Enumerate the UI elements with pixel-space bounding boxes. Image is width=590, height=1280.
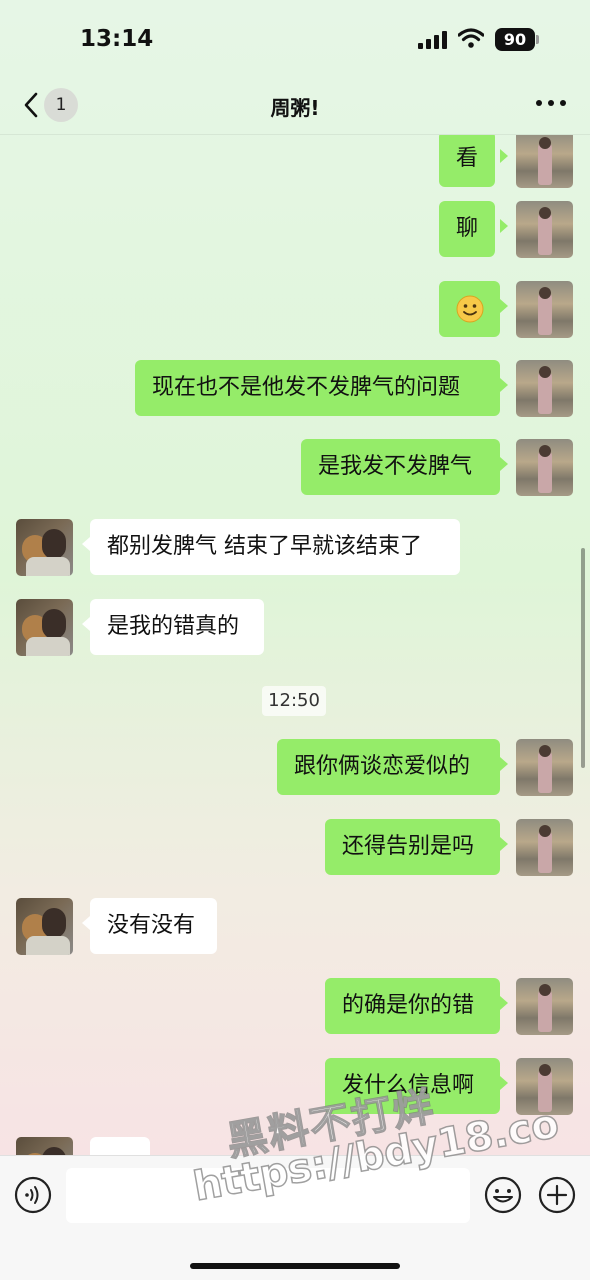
- avatar-contact[interactable]: [16, 898, 73, 955]
- message-row: 看: [0, 135, 590, 191]
- bubble-tail: [82, 916, 90, 930]
- battery-icon: 90: [495, 28, 535, 51]
- message-row: [0, 281, 590, 341]
- bubble-tail: [82, 617, 90, 631]
- message-bubble[interactable]: 没有没有: [90, 898, 217, 954]
- avatar-self[interactable]: [516, 439, 573, 496]
- bubble-tail: [82, 537, 90, 551]
- bubble-tail: [500, 757, 508, 771]
- chat-nav-bar: 1 周粥!: [0, 80, 590, 135]
- home-indicator: [190, 1263, 400, 1269]
- bubble-tail: [500, 837, 508, 851]
- message-row: 是我发不发脾气: [0, 439, 590, 499]
- bubble-tail: [500, 457, 508, 471]
- avatar-self[interactable]: [516, 360, 573, 417]
- bubble-tail: [500, 1076, 508, 1090]
- emoji-message-bubble[interactable]: [439, 281, 500, 337]
- message-row: 都别发脾气 结束了早就该结束了: [0, 519, 590, 579]
- avatar-contact[interactable]: [16, 519, 73, 576]
- avatar-contact[interactable]: [16, 599, 73, 656]
- avatar-self[interactable]: [516, 201, 573, 258]
- chat-input-bar: [0, 1155, 590, 1280]
- message-row: .: [0, 1137, 590, 1155]
- plus-icon[interactable]: [538, 1176, 576, 1214]
- message-row: 发什么信息啊: [0, 1058, 590, 1118]
- message-row: 还得告别是吗: [0, 819, 590, 879]
- chat-title[interactable]: 周粥!: [0, 92, 590, 121]
- bubble-tail: [500, 996, 508, 1010]
- status-bar: 13:14 90: [0, 0, 590, 80]
- message-bubble[interactable]: 的确是你的错: [325, 978, 500, 1034]
- message-row: 聊: [0, 201, 590, 261]
- message-bubble[interactable]: 现在也不是他发不发脾气的问题: [135, 360, 500, 416]
- message-row: 现在也不是他发不发脾气的问题: [0, 360, 590, 420]
- message-bubble[interactable]: 发什么信息啊: [325, 1058, 500, 1114]
- status-time: 13:14: [80, 26, 154, 52]
- bubble-tail: [500, 219, 508, 233]
- message-row: 没有没有: [0, 898, 590, 958]
- message-bubble[interactable]: 是我发不发脾气: [301, 439, 500, 495]
- avatar-self[interactable]: [516, 281, 573, 338]
- battery-cap: [536, 35, 539, 44]
- avatar-self[interactable]: [516, 819, 573, 876]
- avatar-contact[interactable]: [16, 1137, 73, 1155]
- avatar-self[interactable]: [516, 135, 573, 188]
- message-bubble[interactable]: 跟你俩谈恋爱似的: [277, 739, 500, 795]
- cellular-signal-icon: [418, 31, 448, 49]
- message-timestamp: 12:50: [262, 686, 326, 716]
- avatar-self[interactable]: [516, 739, 573, 796]
- message-row: 是我的错真的: [0, 599, 590, 659]
- avatar-self[interactable]: [516, 1058, 573, 1115]
- voice-input-icon[interactable]: [14, 1176, 52, 1214]
- message-bubble[interactable]: 都别发脾气 结束了早就该结束了: [90, 519, 460, 575]
- message-list[interactable]: 看 聊 现在也不是他发不发脾气的问题 是我发不发脾气 都别发脾气 结束了早就该结…: [0, 135, 590, 1155]
- bubble-tail: [500, 378, 508, 392]
- scroll-indicator[interactable]: [581, 548, 585, 768]
- emoji-icon[interactable]: [484, 1176, 522, 1214]
- bubble-tail: [500, 149, 508, 163]
- bubble-tail: [500, 299, 508, 313]
- avatar-self[interactable]: [516, 978, 573, 1035]
- message-row: 跟你俩谈恋爱似的: [0, 739, 590, 799]
- message-bubble[interactable]: 看: [439, 135, 496, 187]
- message-bubble[interactable]: 还得告别是吗: [325, 819, 500, 875]
- message-input[interactable]: [66, 1168, 470, 1223]
- smiley-emoji-icon: [456, 295, 483, 323]
- message-bubble[interactable]: 聊: [439, 201, 496, 257]
- more-options-icon[interactable]: [536, 100, 566, 108]
- wifi-icon: [458, 28, 484, 48]
- message-bubble[interactable]: 是我的错真的: [90, 599, 264, 655]
- message-bubble[interactable]: .: [90, 1137, 150, 1155]
- message-row: 的确是你的错: [0, 978, 590, 1038]
